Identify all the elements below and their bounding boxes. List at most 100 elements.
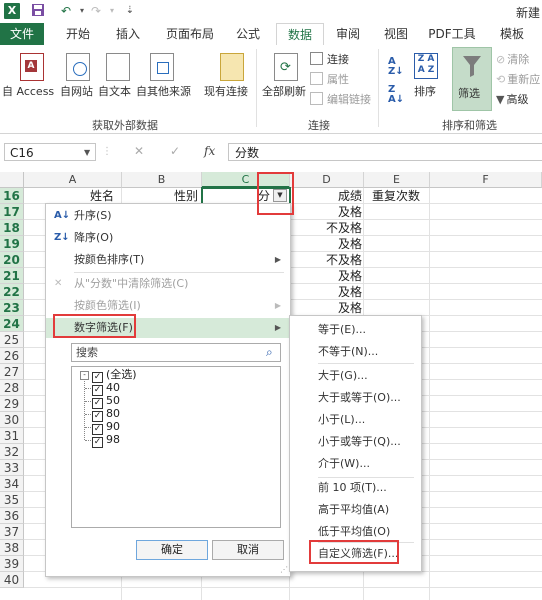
column-header-a[interactable]: A [24, 172, 122, 188]
row-header[interactable]: 28 [0, 380, 24, 396]
filter-option[interactable]: ✓ 50 [92, 394, 120, 409]
tab-formulas[interactable]: 公式 [228, 23, 268, 45]
filter-option[interactable]: ✓ 80 [92, 407, 120, 422]
formula-input[interactable]: 分数 [228, 143, 542, 161]
cell-d19[interactable]: 及格 [338, 236, 362, 252]
row-header[interactable]: 36 [0, 508, 24, 524]
row-header[interactable]: 40 [0, 572, 24, 588]
resize-grip-icon[interactable]: ⋰ [280, 565, 288, 574]
row-header[interactable]: 38 [0, 540, 24, 556]
select-all-corner[interactable] [0, 172, 24, 188]
equals-item[interactable]: 等于(E)... [290, 320, 421, 340]
row-header[interactable]: 33 [0, 460, 24, 476]
not-equals-item[interactable]: 不等于(N)... [290, 342, 421, 362]
reapply-button[interactable]: ⟲ 重新应 [496, 71, 540, 87]
cell-a16[interactable]: 姓名 [90, 188, 114, 204]
collapse-icon[interactable]: - [80, 371, 89, 380]
row-header[interactable]: 35 [0, 492, 24, 508]
cell-b16[interactable]: 性别 [174, 188, 198, 204]
cancel-button[interactable]: 取消 [212, 540, 284, 560]
save-icon[interactable] [30, 3, 46, 19]
tab-file[interactable]: 文件 [0, 23, 44, 45]
filter-button[interactable]: 筛选 [452, 47, 492, 111]
sort-za-icon[interactable]: Z A↓ [388, 85, 404, 105]
row-header[interactable]: 20 [0, 252, 24, 268]
column-header-d[interactable]: D [290, 172, 364, 188]
customize-toolbar-icon[interactable]: ⇣ [122, 3, 138, 19]
between-item[interactable]: 介于(W)... [290, 454, 421, 474]
redo-dropdown-icon[interactable]: ▾ [104, 3, 120, 19]
ok-button[interactable]: 确定 [136, 540, 208, 560]
sort-by-color-item[interactable]: 按颜色排序(T) ▶ [46, 250, 290, 270]
row-header[interactable]: 30 [0, 412, 24, 428]
greater-than-item[interactable]: 大于(G)... [290, 366, 421, 386]
tab-home[interactable]: 开始 [58, 23, 98, 45]
above-average-item[interactable]: 高于平均值(A) [290, 500, 421, 520]
tab-data[interactable]: 数据 [276, 23, 324, 47]
cell-d21[interactable]: 及格 [338, 268, 362, 284]
filter-option[interactable]: ✓ 98 [92, 433, 120, 448]
top-10-item[interactable]: 前 10 项(T)... [290, 478, 421, 498]
name-box-dropdown-icon[interactable]: ▼ [84, 148, 90, 157]
cell-d22[interactable]: 及格 [338, 284, 362, 300]
row-header[interactable]: 29 [0, 396, 24, 412]
column-header-b[interactable]: B [122, 172, 202, 188]
filter-option[interactable]: ✓ 40 [92, 381, 120, 396]
row-header[interactable]: 23 [0, 300, 24, 316]
connections-button[interactable]: 连接 [310, 51, 349, 67]
enter-icon[interactable]: ✓ [170, 144, 180, 158]
tab-templates[interactable]: 模板 [490, 23, 534, 45]
from-access-button[interactable]: 自 Access [2, 83, 54, 99]
tab-insert[interactable]: 插入 [108, 23, 148, 45]
row-header[interactable]: 26 [0, 348, 24, 364]
cell-d18[interactable]: 不及格 [326, 220, 362, 236]
row-header[interactable]: 25 [0, 332, 24, 348]
row-header[interactable]: 16 [0, 188, 24, 204]
less-than-item[interactable]: 小于(L)... [290, 410, 421, 430]
edit-links-button[interactable]: 编辑链接 [310, 91, 371, 107]
cell-d20[interactable]: 不及格 [326, 252, 362, 268]
filter-search-input[interactable]: 搜索 [71, 343, 281, 362]
row-header[interactable]: 21 [0, 268, 24, 284]
redo-icon[interactable]: ↷ [88, 3, 104, 19]
greater-or-equal-item[interactable]: 大于或等于(O)... [290, 388, 421, 408]
existing-connections-button[interactable]: 现有连接 [204, 83, 248, 99]
below-average-item[interactable]: 低于平均值(O) [290, 522, 421, 542]
advanced-filter-button[interactable]: ▼ 高级 [496, 91, 528, 107]
from-other-sources-button[interactable]: 自其他来源 [136, 83, 191, 99]
filter-by-color-item[interactable]: 按颜色筛选(I) ▶ [46, 296, 290, 316]
filter-option[interactable]: ✓ 90 [92, 420, 120, 435]
sort-ascending-item[interactable]: A↓ 升序(S) [46, 206, 290, 226]
row-header[interactable]: 18 [0, 220, 24, 236]
row-header[interactable]: 17 [0, 204, 24, 220]
cell-d23[interactable]: 及格 [338, 300, 362, 316]
filter-option-select-all[interactable]: ✓ (全选) [92, 368, 137, 383]
tab-review[interactable]: 审阅 [328, 23, 368, 45]
sort-button[interactable]: 排序 [414, 83, 436, 99]
column-header-f[interactable]: F [430, 172, 542, 188]
insert-function-icon[interactable]: fx [204, 144, 215, 158]
row-header[interactable]: 32 [0, 444, 24, 460]
cancel-icon[interactable]: ✕ [134, 144, 144, 158]
properties-button[interactable]: 属性 [310, 71, 349, 87]
row-header[interactable]: 34 [0, 476, 24, 492]
sort-az-icon[interactable]: A Z↓ [388, 57, 404, 77]
from-text-button[interactable]: 自文本 [98, 83, 131, 99]
row-header[interactable]: 31 [0, 428, 24, 444]
refresh-all-button[interactable]: 全部刷新 [262, 83, 306, 99]
row-header[interactable]: 27 [0, 364, 24, 380]
row-header[interactable]: 39 [0, 556, 24, 572]
clear-filter-item[interactable]: ✕ 从"分数"中清除筛选(C) [46, 274, 290, 294]
tab-page-layout[interactable]: 页面布局 [158, 23, 222, 45]
tab-pdf-tools[interactable]: PDF工具 [424, 23, 480, 45]
from-web-button[interactable]: 自网站 [60, 83, 93, 99]
cell-e16[interactable]: 重复次数 [372, 188, 420, 204]
name-box[interactable]: C16 [4, 143, 96, 161]
less-or-equal-item[interactable]: 小于或等于(Q)... [290, 432, 421, 452]
row-header[interactable]: 22 [0, 284, 24, 300]
row-header[interactable]: 19 [0, 236, 24, 252]
row-header[interactable]: 24 [0, 316, 24, 332]
cell-d17[interactable]: 及格 [338, 204, 362, 220]
clear-filter-button[interactable]: ⊘ 清除 [496, 51, 529, 67]
cell-d16[interactable]: 成绩 [338, 188, 362, 204]
